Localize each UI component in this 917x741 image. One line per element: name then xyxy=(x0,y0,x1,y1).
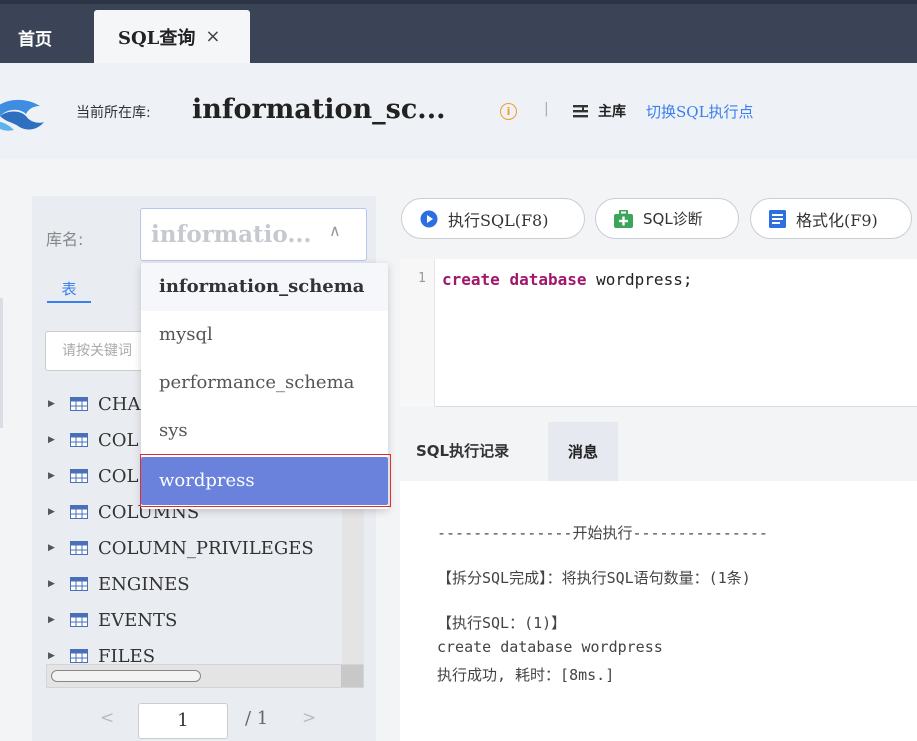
medkit-icon xyxy=(614,209,633,228)
table-icon xyxy=(70,433,88,447)
code-rest: wordpress; xyxy=(586,270,693,289)
tree-item[interactable]: ▶ COL xyxy=(48,428,138,452)
message-line: 执行成功, 耗时：[8ms.] xyxy=(437,666,615,684)
db-option[interactable]: mysql xyxy=(141,311,388,359)
table-icon xyxy=(70,613,88,627)
tab-sql-query-label: SQL查询 xyxy=(118,27,196,49)
header-separator: | xyxy=(544,101,549,117)
switch-sql-node-link[interactable]: 切换SQL执行点 xyxy=(646,101,754,122)
tree-item-label: COL xyxy=(98,429,139,451)
tree-item-label: EVENTS xyxy=(98,609,178,631)
chevron-up-icon: ∧ xyxy=(329,221,341,240)
caret-right-icon[interactable]: ▶ xyxy=(48,399,70,409)
document-icon xyxy=(769,209,786,228)
tree-item-label: CHA xyxy=(98,393,141,415)
run-sql-label: 执行SQL(F8) xyxy=(448,210,549,230)
caret-right-icon[interactable]: ▶ xyxy=(48,579,70,589)
message-line: 【执行SQL：(1)】 xyxy=(437,614,567,632)
page-next-button[interactable]: > xyxy=(302,708,316,728)
tree-horizontal-scrollbar[interactable] xyxy=(46,664,364,688)
tree-item-label: COLUMN_PRIVILEGES xyxy=(98,537,314,559)
tree-item-label: COL xyxy=(98,465,139,487)
sql-diagnose-label: SQL诊断 xyxy=(643,210,703,228)
table-icon xyxy=(70,397,88,411)
format-button[interactable]: 格式化(F9) xyxy=(750,198,912,239)
caret-right-icon[interactable]: ▶ xyxy=(48,471,70,481)
tree-item[interactable]: ▶ CHA xyxy=(48,392,140,416)
tree-item[interactable]: ▶ EVENTS xyxy=(48,608,177,632)
code-line[interactable]: create database wordpress; xyxy=(442,270,692,289)
format-label: 格式化(F9) xyxy=(796,210,878,230)
message-line: create database wordpress xyxy=(437,638,663,656)
tab-active-underline xyxy=(47,301,91,303)
caret-right-icon[interactable]: ▶ xyxy=(48,615,70,625)
table-search-input[interactable]: 请按关键词 xyxy=(45,331,155,371)
current-db-label: 当前所在库: xyxy=(76,105,151,121)
db-select-value: informatio... xyxy=(151,221,312,248)
table-icon xyxy=(70,577,88,591)
caret-right-icon[interactable]: ▶ xyxy=(48,651,70,661)
table-icon xyxy=(70,649,88,663)
current-db-name: information_sc... xyxy=(192,94,446,125)
list-icon xyxy=(573,105,588,118)
db-option[interactable]: performance_schema xyxy=(141,359,388,407)
message-line: ---------------开始执行--------------- xyxy=(437,524,768,542)
run-sql-button[interactable]: 执行SQL(F8) xyxy=(401,198,585,239)
table-icon xyxy=(70,505,88,519)
db-select[interactable]: informatio... ∧ xyxy=(140,208,367,261)
dolphin-logo-icon xyxy=(0,99,44,131)
tab-sql-history[interactable]: SQL执行记录 xyxy=(416,440,509,461)
table-icon xyxy=(70,469,88,483)
caret-right-icon[interactable]: ▶ xyxy=(48,435,70,445)
table-icon xyxy=(70,541,88,555)
tree-item[interactable]: ▶ COL xyxy=(48,464,138,488)
play-icon xyxy=(420,210,438,227)
sql-diagnose-button[interactable]: SQL诊断 xyxy=(595,198,739,239)
page-number-input[interactable]: 1 xyxy=(138,703,228,739)
db-option-selected[interactable]: wordpress xyxy=(141,457,388,505)
left-edge-handle[interactable] xyxy=(0,298,3,428)
line-number: 1 xyxy=(418,271,426,286)
tab-sql-query[interactable]: SQL查询 × xyxy=(94,10,250,63)
message-line: 【拆分SQL完成】：将执行SQL语句数量：(1条) xyxy=(437,569,751,587)
db-option[interactable]: information_schema xyxy=(141,263,388,311)
tab-home[interactable]: 首页 xyxy=(0,12,80,63)
db-option[interactable]: sys xyxy=(141,407,388,455)
caret-right-icon[interactable]: ▶ xyxy=(48,507,70,517)
scrollbar-corner xyxy=(341,665,363,687)
tree-item[interactable]: ▶ COLUMN_PRIVILEGES xyxy=(48,536,314,560)
tab-message[interactable]: 消息 xyxy=(548,422,618,481)
tree-item-label: ENGINES xyxy=(98,573,190,595)
db-name-label: 库名: xyxy=(46,230,84,249)
db-dropdown-menu: information_schema mysql performance_sch… xyxy=(141,263,388,509)
keyword-create: create xyxy=(442,270,500,289)
tree-item[interactable]: ▶ ENGINES xyxy=(48,572,190,596)
message-panel xyxy=(400,481,917,741)
info-icon[interactable]: i xyxy=(500,103,517,120)
keyword-database: database xyxy=(509,270,587,289)
tab-tables[interactable]: 表 xyxy=(47,278,91,299)
page-total: / 1 xyxy=(245,708,269,729)
scrollbar-thumb[interactable] xyxy=(51,670,201,682)
top-strip xyxy=(0,0,917,4)
caret-right-icon[interactable]: ▶ xyxy=(48,543,70,553)
main-db-label: 主库 xyxy=(598,104,626,120)
close-icon[interactable]: × xyxy=(205,26,220,47)
page-prev-button[interactable]: < xyxy=(100,708,114,728)
